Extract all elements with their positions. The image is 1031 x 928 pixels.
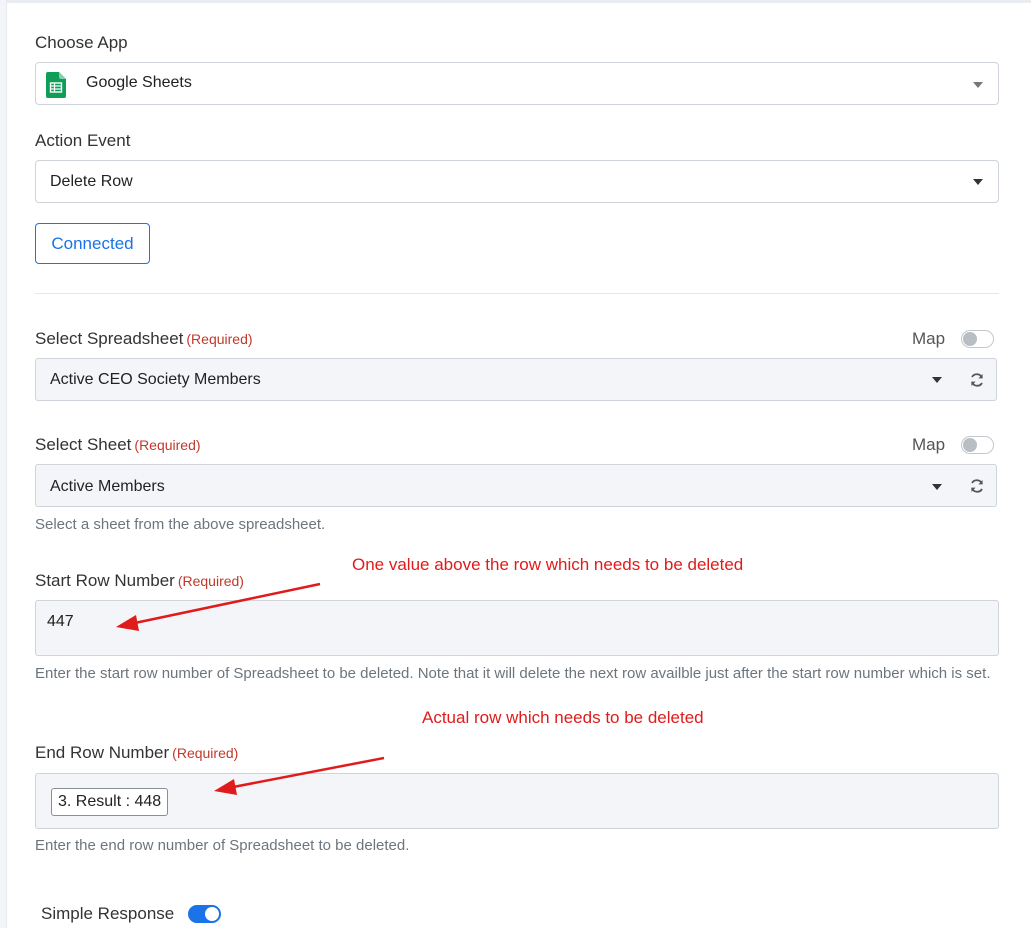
arrow-to-start-row	[116, 582, 321, 631]
annotation-arrows	[116, 582, 385, 795]
arrow-to-end-row	[214, 756, 385, 795]
